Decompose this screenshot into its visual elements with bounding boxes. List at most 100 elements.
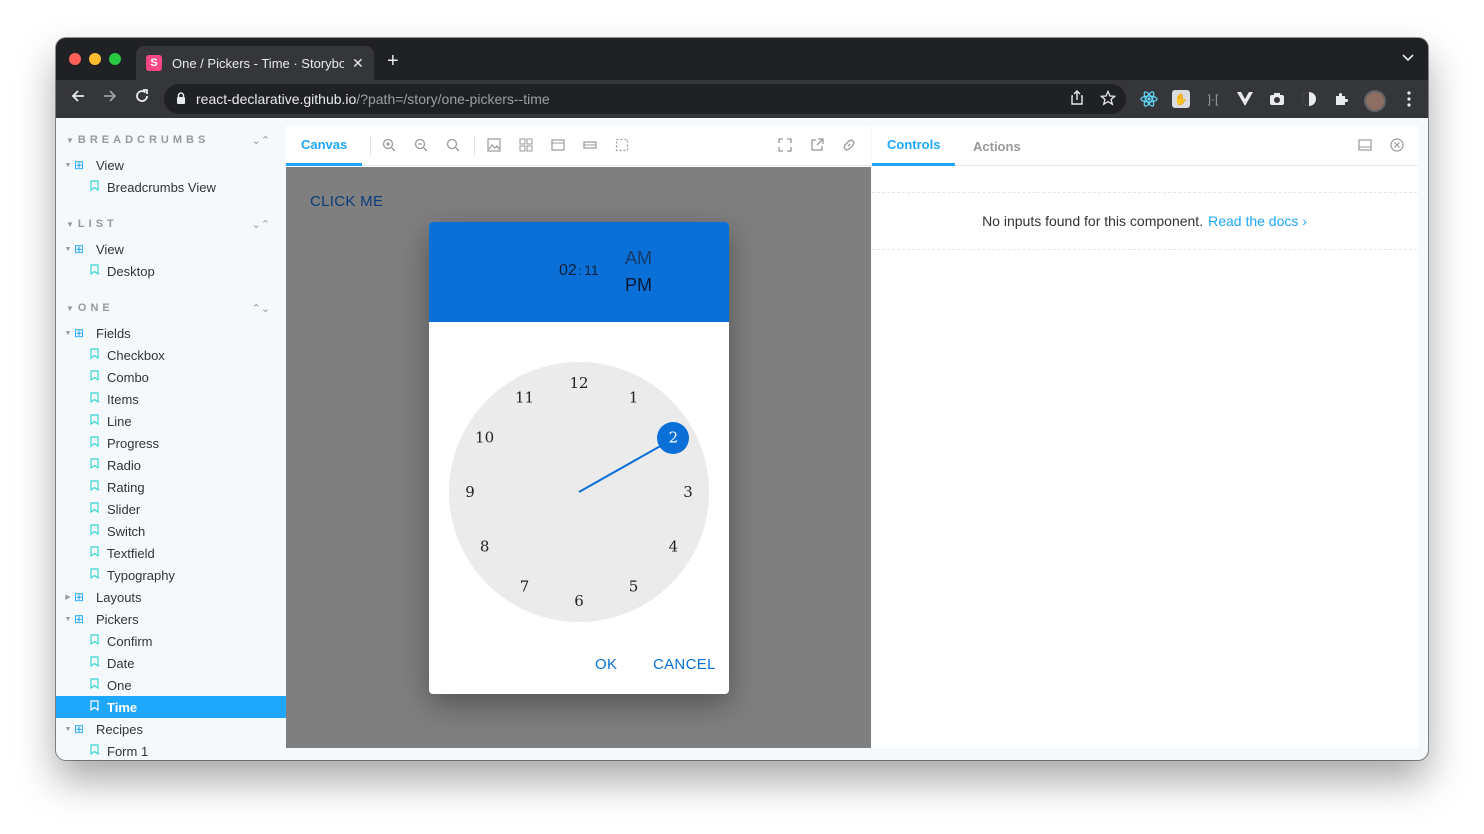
- tab-canvas[interactable]: Canvas: [286, 126, 363, 166]
- extension-bracket-icon[interactable]: ]·[: [1204, 90, 1222, 108]
- extension-hand-icon[interactable]: ✋: [1172, 90, 1190, 108]
- back-button[interactable]: [70, 88, 86, 108]
- maximize-window-button[interactable]: [109, 53, 121, 65]
- clock-number-5[interactable]: 5: [629, 577, 639, 595]
- copy-link-icon[interactable]: [842, 138, 856, 155]
- sidebar-story[interactable]: Items: [56, 388, 286, 410]
- sidebar-story[interactable]: Radio: [56, 454, 286, 476]
- sidebar-group[interactable]: ▼ ⊞ View: [56, 238, 286, 260]
- react-devtools-icon[interactable]: [1140, 90, 1158, 108]
- bookmark-icon: [90, 392, 102, 406]
- camera-icon[interactable]: [1268, 90, 1286, 108]
- bookmark-icon: [90, 524, 102, 538]
- share-icon[interactable]: [1070, 90, 1084, 109]
- canvas-panel: Canvas CLICK ME 02: 11 AM PM 12 1 2 3 4…: [286, 126, 871, 748]
- reload-button[interactable]: [134, 88, 150, 108]
- tab-search-button[interactable]: [1402, 51, 1414, 65]
- profile-avatar[interactable]: [1364, 90, 1386, 112]
- grid-icon[interactable]: [519, 138, 533, 155]
- folder-grid-icon: ⊞: [74, 158, 85, 172]
- section-one[interactable]: ▼ ONE ⌃⌄: [66, 298, 270, 318]
- sidebar-story[interactable]: Rating: [56, 476, 286, 498]
- clock-number-6[interactable]: 6: [574, 592, 584, 610]
- clock-number-12[interactable]: 12: [569, 374, 588, 392]
- clock-number-8[interactable]: 8: [480, 538, 490, 556]
- clock-number-2[interactable]: 2: [669, 429, 679, 447]
- sidebar-story[interactable]: Time: [56, 696, 286, 718]
- minimize-window-button[interactable]: [89, 53, 101, 65]
- browser-tab[interactable]: S One / Pickers - Time · Storybook ✕: [136, 46, 374, 80]
- sidebar-story[interactable]: Typography: [56, 564, 286, 586]
- read-docs-link[interactable]: Read the docs ›: [1208, 213, 1307, 229]
- close-window-button[interactable]: [69, 53, 81, 65]
- sidebar-story[interactable]: Checkbox: [56, 344, 286, 366]
- new-tab-button[interactable]: +: [387, 50, 399, 73]
- sidebar-story[interactable]: Switch: [56, 520, 286, 542]
- folder-grid-icon: ⊞: [74, 590, 85, 604]
- bookmark-icon: [90, 414, 102, 428]
- clock-number-9[interactable]: 9: [465, 483, 475, 501]
- forward-button[interactable]: [102, 88, 118, 108]
- vue-devtools-icon[interactable]: [1236, 90, 1254, 108]
- outline-icon[interactable]: [615, 138, 629, 155]
- sidebar-story[interactable]: Form 1: [56, 740, 286, 760]
- tab-close-icon[interactable]: ✕: [352, 55, 364, 72]
- sidebar-item-label: Time: [107, 699, 138, 715]
- clock-number-7[interactable]: 7: [520, 577, 530, 595]
- clock-number-3[interactable]: 3: [683, 483, 693, 501]
- measure-icon[interactable]: [583, 138, 597, 155]
- sidebar-story[interactable]: Date: [56, 652, 286, 674]
- clock-face[interactable]: 121234567891011: [449, 362, 709, 622]
- sidebar-story[interactable]: Breadcrumbs View: [56, 176, 286, 198]
- sidebar-story[interactable]: Progress: [56, 432, 286, 454]
- sidebar-group[interactable]: ▼ ⊞ View: [56, 154, 286, 176]
- zoom-in-icon[interactable]: [382, 138, 396, 155]
- sidebar-group[interactable]: ▶ ⊞ Layouts: [56, 586, 286, 608]
- tab-actions[interactable]: Actions: [973, 126, 1021, 166]
- minutes-display[interactable]: 11: [584, 262, 599, 278]
- clock-number-11[interactable]: 11: [515, 389, 534, 407]
- sidebar-story[interactable]: Line: [56, 410, 286, 432]
- zoom-reset-icon[interactable]: [446, 138, 460, 155]
- sidebar-group[interactable]: ▼ ⊞ Pickers: [56, 608, 286, 630]
- open-new-tab-icon[interactable]: [810, 138, 824, 155]
- sidebar-story[interactable]: Textfield: [56, 542, 286, 564]
- address-bar[interactable]: react-declarative.github.io/?path=/story…: [164, 84, 1126, 114]
- collapse-icon[interactable]: ⌄⌃: [252, 134, 270, 147]
- clock-number-10[interactable]: 10: [475, 429, 494, 447]
- am-toggle[interactable]: AM: [625, 248, 652, 269]
- sidebar-group[interactable]: ▼ ⊞ Recipes: [56, 718, 286, 740]
- folder-grid-icon: ⊞: [74, 326, 85, 340]
- click-me-button[interactable]: CLICK ME: [310, 193, 383, 210]
- pm-toggle[interactable]: PM: [625, 275, 652, 296]
- fullscreen-icon[interactable]: [778, 138, 792, 155]
- tab-title: One / Pickers - Time · Storybook: [172, 55, 344, 71]
- background-image-icon[interactable]: [487, 138, 501, 155]
- bookmark-icon: [90, 744, 102, 758]
- viewport-icon[interactable]: [551, 138, 565, 155]
- panel-position-icon[interactable]: [1358, 138, 1372, 155]
- browser-menu-icon[interactable]: [1400, 90, 1418, 108]
- clock-number-1[interactable]: 1: [629, 389, 639, 407]
- sidebar-story[interactable]: Desktop: [56, 260, 286, 282]
- collapse-icon[interactable]: ⌄⌃: [252, 218, 270, 231]
- bookmark-star-icon[interactable]: [1099, 89, 1117, 109]
- close-panel-icon[interactable]: [1390, 138, 1404, 155]
- hours-display[interactable]: 02: [559, 262, 577, 279]
- section-list[interactable]: ▼ LIST ⌄⌃: [66, 214, 270, 234]
- ok-button[interactable]: OK: [595, 656, 617, 673]
- sidebar-story[interactable]: Slider: [56, 498, 286, 520]
- sidebar-story[interactable]: Confirm: [56, 630, 286, 652]
- sidebar-story[interactable]: Combo: [56, 366, 286, 388]
- sidebar-story[interactable]: One: [56, 674, 286, 696]
- dark-mode-icon[interactable]: [1300, 90, 1318, 108]
- sidebar-group[interactable]: ▼ ⊞ Fields: [56, 322, 286, 344]
- clock-number-4[interactable]: 4: [669, 538, 679, 556]
- cancel-button[interactable]: CANCEL: [653, 656, 716, 673]
- expand-icon[interactable]: ⌃⌄: [252, 302, 270, 315]
- extensions-puzzle-icon[interactable]: [1332, 90, 1350, 108]
- browser-window: S One / Pickers - Time · Storybook ✕ + r…: [56, 38, 1428, 760]
- section-breadcrumbs[interactable]: ▼ BREADCRUMBS ⌄⌃: [66, 130, 270, 150]
- zoom-out-icon[interactable]: [414, 138, 428, 155]
- tab-controls[interactable]: Controls: [872, 126, 956, 166]
